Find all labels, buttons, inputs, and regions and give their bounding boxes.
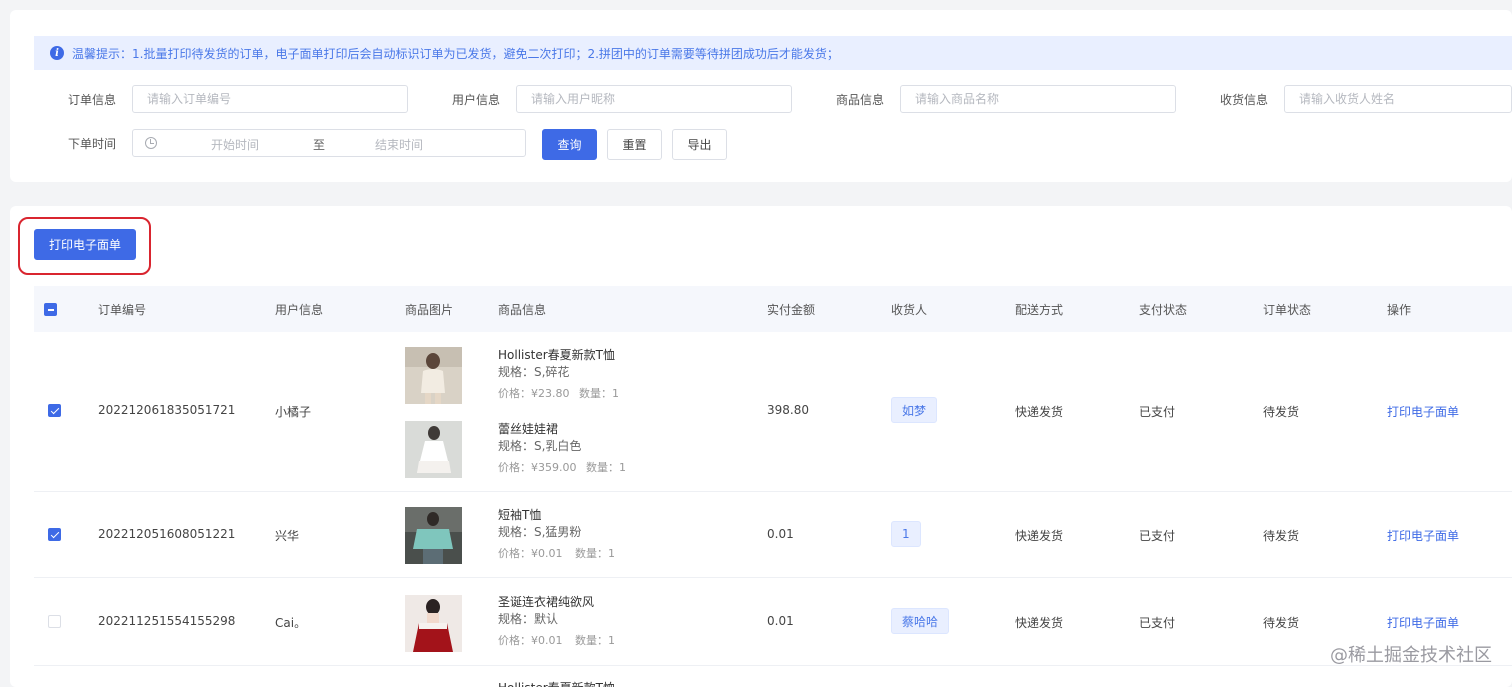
print-waybill-batch-button[interactable]: 打印电子面单 — [34, 229, 136, 260]
order-no-field — [132, 85, 408, 113]
paid-amount: 398.80 — [767, 403, 809, 417]
product-title: Hollister春夏新款T恤 — [498, 679, 615, 687]
product-spec: 规格：默认 — [498, 612, 559, 626]
query-button[interactable]: 查询 — [542, 129, 597, 160]
delivery-method: 快递发货 — [1015, 616, 1064, 630]
product-quantity: 数量：1 — [575, 634, 615, 647]
order-no-input[interactable] — [133, 86, 407, 112]
row-checkbox[interactable] — [48, 528, 61, 541]
reset-button[interactable]: 重置 — [607, 129, 662, 160]
table-row: 202212051608051221 兴华 短袖T恤 规格：S,猛男粉 价格：¥… — [34, 492, 1512, 578]
order-status: 待发货 — [1263, 529, 1300, 543]
pay-status: 已支付 — [1139, 529, 1176, 543]
product-image — [405, 347, 462, 404]
product-quantity: 数量：1 — [586, 461, 626, 474]
row-checkbox[interactable] — [48, 404, 61, 417]
filter-panel: i 温馨提示：1.批量打印待发货的订单，电子面单打印后会自动标识订单为已发货，避… — [10, 10, 1512, 182]
product-price: 价格：¥0.01 — [498, 547, 563, 560]
product-spec: 规格：S,碎花 — [498, 365, 570, 379]
product-image — [405, 682, 462, 687]
header-action: 操作 — [1387, 303, 1412, 317]
info-icon: i — [50, 46, 64, 60]
end-date-input[interactable]: 结束时间 — [375, 136, 423, 153]
pay-status: 已支付 — [1139, 616, 1176, 630]
order-time-label: 下单时间 — [68, 137, 117, 151]
order-status: 待发货 — [1263, 405, 1300, 419]
header-pay-status: 支付状态 — [1139, 303, 1188, 317]
order-info-label: 订单信息 — [68, 93, 117, 107]
product-quantity: 数量：1 — [579, 387, 619, 400]
date-range-separator: 至 — [313, 138, 326, 152]
select-all-checkbox[interactable] — [44, 303, 57, 316]
user-name: 兴华 — [275, 529, 300, 543]
header-product-image: 商品图片 — [405, 303, 454, 317]
clock-icon — [145, 137, 157, 149]
pay-status: 已支付 — [1139, 405, 1176, 419]
order-number: 202211251554155298 — [98, 614, 236, 628]
product-price: 价格：¥23.80 — [498, 387, 570, 400]
start-date-input[interactable]: 开始时间 — [211, 136, 259, 153]
order-number: 202212051608051221 — [98, 527, 236, 541]
product-price: 价格：¥0.01 — [498, 634, 563, 647]
header-product-info: 商品信息 — [498, 303, 547, 317]
user-name: Cai。 — [275, 616, 307, 630]
product-title: 短袖T恤 — [498, 508, 542, 522]
user-nickname-input[interactable] — [517, 86, 791, 112]
notice-text: 温馨提示：1.批量打印待发货的订单，电子面单打印后会自动标识订单为已发货，避免二… — [72, 46, 839, 61]
product-image — [405, 595, 462, 652]
order-status: 待发货 — [1263, 616, 1300, 630]
notice-banner: i 温馨提示：1.批量打印待发货的订单，电子面单打印后会自动标识订单为已发货，避… — [34, 36, 1512, 70]
product-name-field — [900, 85, 1176, 113]
product-title: 蕾丝娃娃裙 — [498, 422, 559, 436]
user-nickname-field — [516, 85, 792, 113]
delivery-method: 快递发货 — [1015, 529, 1064, 543]
delivery-method: 快递发货 — [1015, 405, 1064, 419]
export-button[interactable]: 导出 — [672, 129, 727, 160]
print-waybill-link[interactable]: 打印电子面单 — [1387, 614, 1459, 631]
date-range-picker[interactable]: 开始时间 至 结束时间 — [132, 129, 526, 157]
paid-amount: 0.01 — [767, 614, 794, 628]
table-row: 202212061835051721 小橘子 Hollister春夏新款T恤 规… — [34, 332, 1512, 492]
print-waybill-link[interactable]: 打印电子面单 — [1387, 403, 1459, 420]
paid-amount: 0.01 — [767, 527, 794, 541]
receiver-tag: 如梦 — [891, 397, 938, 423]
receiver-info-label: 收货信息 — [1220, 93, 1269, 107]
header-amount: 实付金额 — [767, 303, 816, 317]
table-header: 订单编号 用户信息 商品图片 商品信息 实付金额 收货人 配送方式 支付状态 订… — [34, 286, 1512, 332]
table-row: 202211251554155298 Cai。 圣诞连衣裙纯欲风 规格：默认 价… — [34, 578, 1512, 666]
header-user: 用户信息 — [275, 303, 324, 317]
header-delivery: 配送方式 — [1015, 303, 1064, 317]
user-info-label: 用户信息 — [452, 93, 501, 107]
header-order-no: 订单编号 — [98, 303, 147, 317]
receiver-name-field — [1284, 85, 1512, 113]
product-info-label: 商品信息 — [836, 93, 885, 107]
order-number: 202212061835051721 — [98, 403, 236, 417]
product-price: 价格：¥359.00 — [498, 461, 577, 474]
product-spec: 规格：S,乳白色 — [498, 439, 582, 453]
print-waybill-link[interactable]: 打印电子面单 — [1387, 527, 1459, 544]
table-row: Hollister春夏新款T恤 — [34, 666, 1512, 687]
user-name: 小橘子 — [275, 405, 312, 419]
product-title: Hollister春夏新款T恤 — [498, 348, 615, 362]
watermark: @稀土掘金技术社区 — [1330, 645, 1492, 666]
row-checkbox[interactable] — [48, 615, 61, 628]
header-order-status: 订单状态 — [1263, 303, 1312, 317]
order-list-panel: 打印电子面单 订单编号 用户信息 商品图片 商品信息 实付金额 收货人 配送方式… — [10, 206, 1512, 687]
product-image — [405, 421, 462, 478]
receiver-tag: 1 — [891, 521, 921, 547]
product-spec: 规格：S,猛男粉 — [498, 525, 582, 539]
header-receiver: 收货人 — [891, 303, 928, 317]
product-quantity: 数量：1 — [575, 547, 615, 560]
receiver-name-input[interactable] — [1285, 86, 1511, 112]
product-image — [405, 507, 462, 564]
product-name-input[interactable] — [901, 86, 1175, 112]
product-title: 圣诞连衣裙纯欲风 — [498, 595, 595, 609]
receiver-tag: 蔡哈哈 — [891, 608, 950, 634]
